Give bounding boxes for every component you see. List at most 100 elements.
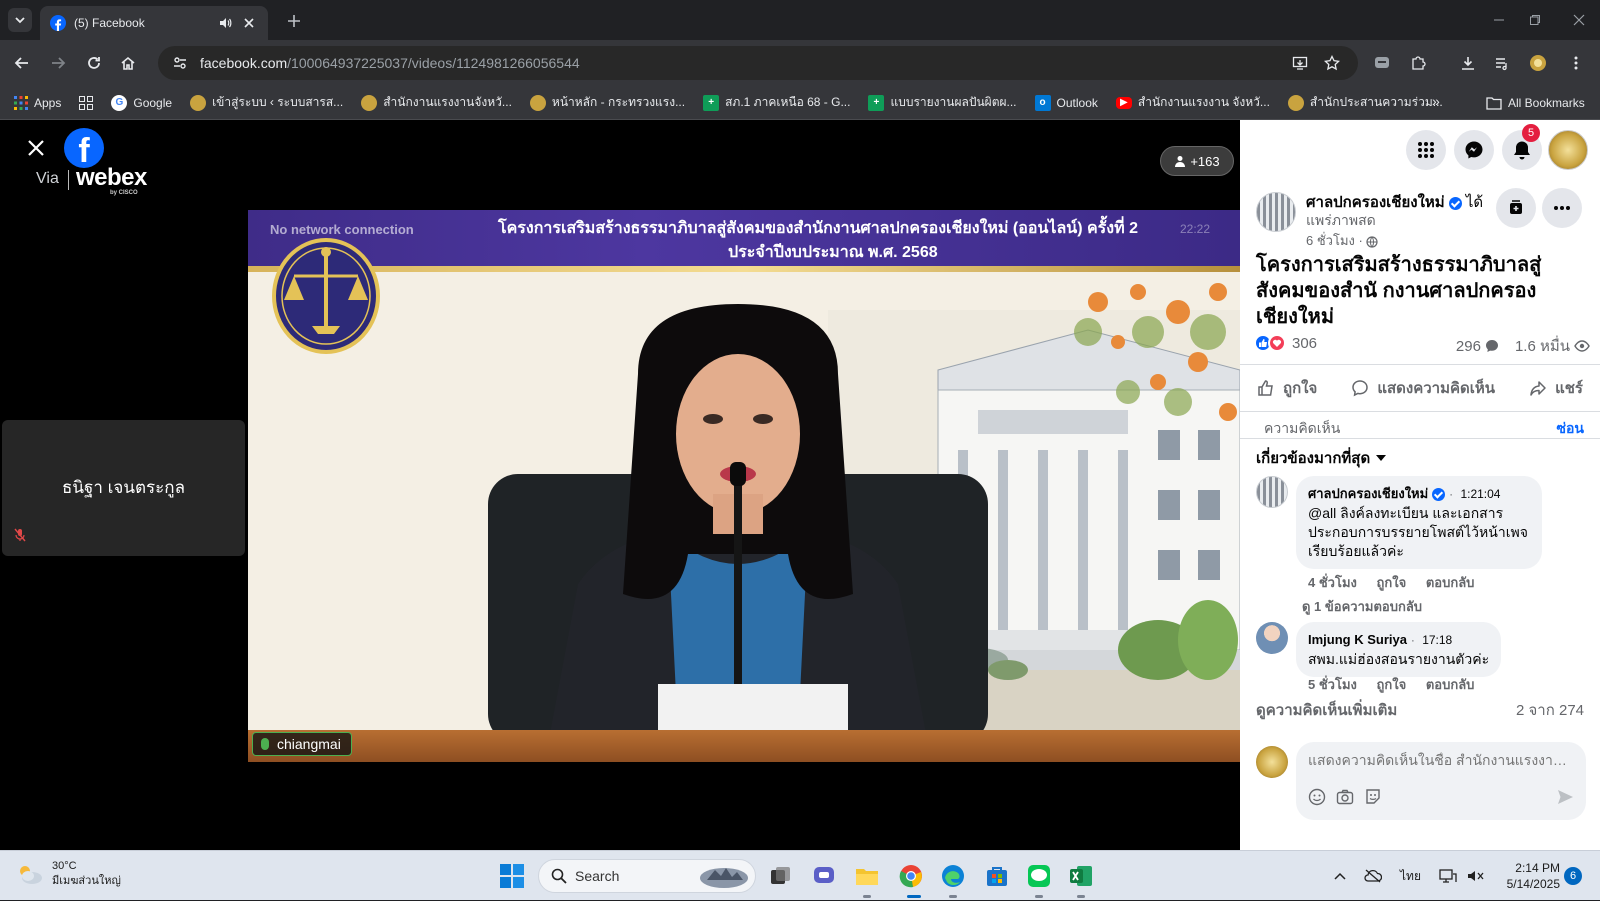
comment-author[interactable]: Imjung K Suriya (1308, 632, 1407, 647)
network-icon[interactable] (1439, 869, 1457, 883)
edge-icon[interactable] (938, 861, 968, 891)
profile-button[interactable] (1524, 49, 1552, 77)
install-app-button[interactable] (1286, 49, 1314, 77)
restore-button[interactable] (1518, 6, 1552, 34)
share-arrow-icon (1529, 379, 1547, 397)
bookmark-google[interactable]: G Google (111, 94, 172, 111)
tab-search-button[interactable] (8, 8, 32, 32)
excel-icon[interactable] (1066, 861, 1096, 891)
composer-avatar[interactable] (1256, 746, 1288, 778)
emoji-icon[interactable] (1308, 788, 1326, 806)
bookmark-sheet-report[interactable]: + แบบรายงานผลปันผิตผ... (868, 93, 1017, 112)
comment-avatar[interactable] (1256, 622, 1288, 654)
bookmark-ministry-home[interactable]: หน้าหลัก - กระทรวงแรง... (529, 93, 685, 112)
comment-video-timestamp[interactable]: 1:21:04 (1460, 487, 1500, 501)
account-avatar[interactable] (1548, 130, 1588, 170)
comment-count[interactable]: 296 (1456, 338, 1481, 355)
participant-tile[interactable]: ธนิฐา เจนตระกูล (2, 420, 245, 556)
post-time[interactable]: 6 ชั่วโมง · (1306, 230, 1379, 251)
like-button[interactable]: ถูกใจ (1257, 376, 1317, 400)
file-explorer-icon[interactable] (852, 861, 882, 891)
comment-video-timestamp[interactable]: 17:18 (1422, 633, 1452, 647)
comment-button[interactable]: แสดงความคิดเห็น (1351, 376, 1495, 400)
bookmark-coordination-office[interactable]: สำนักประสานความร่วม... (1287, 93, 1443, 112)
bookmark-outlook[interactable]: o Outlook (1034, 94, 1098, 111)
comment-reply-button[interactable]: ตอบกลับ (1426, 575, 1475, 590)
post-time-text: 6 ชั่วโมง · (1306, 233, 1363, 248)
reaction-summary[interactable]: 306 (1254, 334, 1317, 352)
browser-toolbar: facebook.com/100064937225037/videos/1124… (0, 40, 1600, 86)
windows-start-icon[interactable] (500, 864, 524, 888)
save-post-button[interactable] (1496, 188, 1536, 228)
extensions-menu-button[interactable] (1404, 49, 1432, 77)
new-tab-button[interactable] (282, 9, 306, 33)
sort-label: เกี่ยวข้องมากที่สุด (1256, 450, 1371, 467)
volume-muted-icon[interactable] (1467, 869, 1485, 883)
close-window-button[interactable] (1562, 6, 1596, 34)
bookmark-tab-groups[interactable] (79, 95, 94, 110)
chrome-icon[interactable] (896, 861, 926, 891)
participants-badge[interactable]: +163 (1160, 146, 1234, 176)
banner-gold-stripe (248, 266, 1240, 272)
sticker-icon[interactable] (1364, 788, 1382, 806)
page-avatar[interactable] (1256, 192, 1296, 232)
close-video-button[interactable] (22, 134, 50, 162)
weather-widget[interactable]: 30°C มีเมฆส่วนใหญ่ (16, 859, 121, 889)
browser-tab-facebook[interactable]: (5) Facebook (40, 6, 268, 40)
teams-chat-icon[interactable] (810, 861, 840, 891)
bookmark-star-button[interactable] (1318, 49, 1346, 77)
view-replies-link[interactable]: ดู 1 ข้อความตอบกลับ (1302, 596, 1438, 617)
view-more-comments-link[interactable]: ดูความคิดเห็นเพิ่มเติม (1256, 698, 1397, 722)
all-bookmarks-button[interactable]: All Bookmarks (1486, 86, 1585, 120)
video-player[interactable]: f Via webex by CISCO +163 ธนิฐา เจนตระกู… (0, 120, 1240, 850)
browser-menu-button[interactable] (1562, 49, 1590, 77)
onedrive-offline-icon[interactable] (1364, 869, 1382, 883)
site-settings-icon[interactable] (172, 55, 188, 71)
comment-input[interactable] (1308, 752, 1574, 768)
notification-center-badge[interactable]: 6 (1564, 867, 1582, 885)
comment-age[interactable]: 4 ชั่วโมง (1308, 575, 1357, 590)
home-button[interactable] (114, 49, 142, 77)
address-bar[interactable]: facebook.com/100064937225037/videos/1124… (158, 46, 1358, 80)
send-icon[interactable] (1556, 788, 1574, 806)
comment-like-button[interactable]: ถูกใจ (1377, 575, 1407, 590)
bookmark-labor-office[interactable]: สำนักงานแรงงานจังหวั... (361, 93, 512, 112)
comment-composer[interactable] (1296, 742, 1586, 820)
camera-icon[interactable] (1336, 788, 1354, 806)
media-controls-button[interactable] (1488, 49, 1516, 77)
bookmark-sheet-north[interactable]: + สภ.1 ภาคเหนือ 68 - G... (703, 93, 850, 112)
microsoft-store-icon[interactable] (982, 861, 1012, 891)
downloads-button[interactable] (1454, 49, 1482, 77)
page-name-link[interactable]: ศาลปกครองเชียงใหม่ (1306, 194, 1445, 211)
reload-button[interactable] (80, 49, 108, 77)
line-app-icon[interactable] (1024, 861, 1054, 891)
comment-age[interactable]: 5 ชั่วโมง (1308, 677, 1357, 692)
comment-like-button[interactable]: ถูกใจ (1377, 677, 1407, 692)
bookmarks-overflow-button[interactable]: » (1432, 93, 1440, 109)
comment-reply-button[interactable]: ตอบกลับ (1426, 677, 1475, 692)
star-icon (1324, 55, 1340, 71)
bookmark-youtube-labor[interactable]: ▶ สำนักงานแรงงาน จังหวั... (1115, 93, 1270, 112)
bookmark-apps[interactable]: Apps (14, 95, 61, 110)
bookmark-login-system[interactable]: เข้าสู่ระบบ ‹ ระบบสารส... (190, 93, 343, 112)
messenger-button[interactable] (1454, 130, 1494, 170)
menu-button[interactable] (1406, 130, 1446, 170)
taskbar-clock[interactable]: 2:14 PM 5/14/2025 (1500, 860, 1560, 892)
taskbar-search[interactable]: Search (538, 859, 756, 893)
share-button[interactable]: แชร์ (1529, 376, 1583, 400)
tab-close-icon[interactable] (240, 14, 258, 32)
hide-comments-link[interactable]: ซ่อน (1557, 418, 1584, 440)
minimize-button[interactable] (1482, 6, 1516, 34)
back-button[interactable] (8, 49, 36, 77)
url-host: facebook.com (200, 55, 288, 71)
task-view-icon[interactable] (766, 861, 796, 891)
chevron-up-icon[interactable] (1334, 872, 1346, 880)
tab-audio-icon[interactable] (216, 14, 234, 32)
comment-author[interactable]: ศาลปกครองเชียงใหม่ (1308, 486, 1428, 501)
input-language[interactable]: ไทย (1400, 867, 1421, 886)
comment-sort-dropdown[interactable]: เกี่ยวข้องมากที่สุด (1256, 446, 1387, 470)
post-options-button[interactable] (1542, 188, 1582, 228)
comment-avatar[interactable] (1256, 476, 1288, 508)
extension-button[interactable] (1368, 49, 1396, 77)
forward-button[interactable] (44, 49, 72, 77)
